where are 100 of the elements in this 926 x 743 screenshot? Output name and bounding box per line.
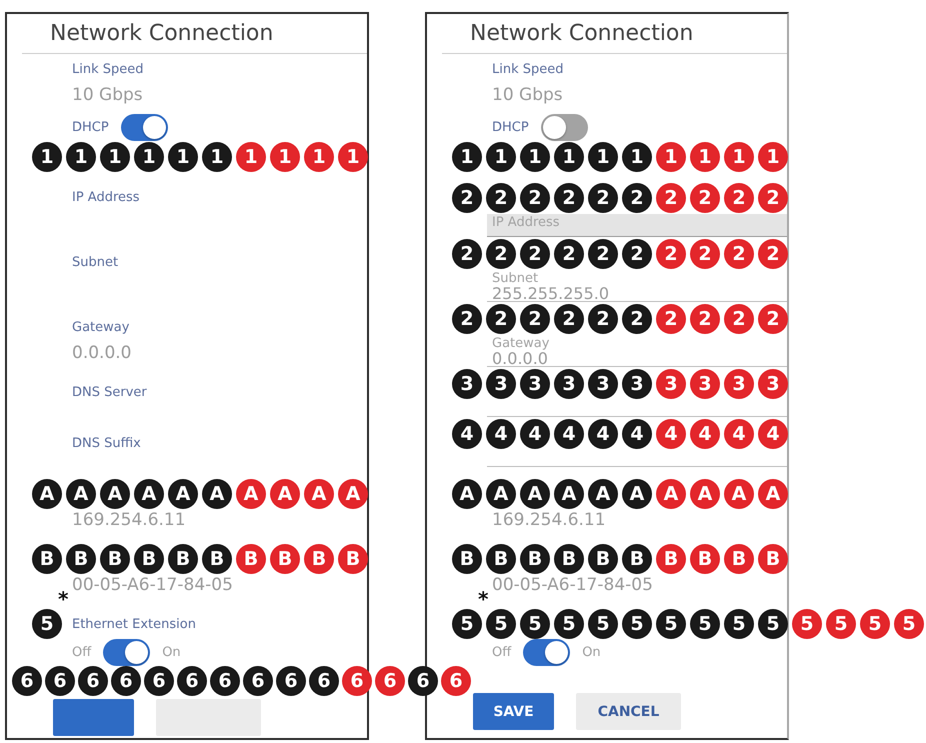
callout-marker: 3 [554,369,584,399]
callout-marker: 3 [486,369,516,399]
callout-marker: A [622,479,652,509]
callout-marker: B [486,544,516,574]
callout-marker: A [100,479,130,509]
callout-marker: 3 [452,369,482,399]
callout-marker: 2 [690,304,720,334]
callout-marker: B [202,544,232,574]
callout-marker: 6 [210,666,240,696]
callout-marker: 1 [270,142,300,172]
callout-marker: A [66,479,96,509]
callout-marker: B [724,544,754,574]
callout-marker: 4 [690,419,720,449]
callout-marker: 5 [758,609,788,639]
field-value: 00-05-A6-17-84-05 [492,575,653,595]
callout-marker: 6 [177,666,207,696]
input-field[interactable]: Gateway 0.0.0.0 [487,335,787,367]
input-field[interactable]: IP Address [487,214,787,237]
callout-marker: A [452,479,482,509]
toggle-switch[interactable] [120,114,168,141]
field-label: DNS Server [72,385,147,400]
callout-marker: 1 [554,142,584,172]
callout-marker: B [100,544,130,574]
callout-marker: 1 [622,142,652,172]
callout-marker: 2 [622,183,652,213]
callout-marker: 1 [724,142,754,172]
field-label: Link Speed [72,62,144,77]
callout-marker: 2 [758,239,788,269]
field-value: 169.254.6.11 [492,510,606,530]
field-value: 00-05-A6-17-84-05 [72,575,233,595]
callout-marker: 4 [622,419,652,449]
callout-marker: B [338,544,368,574]
callout-marker: 3 [656,369,686,399]
field-label: DHCP [492,120,529,136]
callout-marker: 5 [554,609,584,639]
callout-marker: 2 [486,304,516,334]
toggle-switch[interactable] [103,639,150,666]
field-label: Subnet [492,271,538,286]
callout-marker: 2 [622,239,652,269]
toggle-switch[interactable] [540,114,588,141]
callout-marker: B [758,544,788,574]
callout-marker: 6 [309,666,339,696]
callout-marker: 1 [100,142,130,172]
callout-marker: B [452,544,482,574]
callout-marker: 5 [690,609,720,639]
callout-marker: A [270,479,300,509]
callout-marker: 4 [452,419,482,449]
field-label: IP Address [72,190,140,205]
toggle-label: On [582,645,601,660]
callout-marker: 4 [656,419,686,449]
callout-marker: 5 [622,609,652,639]
callout-marker: 5 [588,609,618,639]
field-label: DNS Suffix [72,436,141,451]
toggle-label: On [162,645,181,660]
callout-marker: B [554,544,584,574]
callout-marker: 2 [486,183,516,213]
callout-marker: 4 [724,419,754,449]
callout-marker: 2 [690,239,720,269]
callout-marker: 2 [758,183,788,213]
field-label: Ethernet Extension [72,617,196,632]
callout-marker: B [690,544,720,574]
callout-marker: 6 [12,666,42,696]
toggle-switch[interactable] [523,639,570,666]
callout-marker: 1 [588,142,618,172]
toggle-label: Off [492,645,512,660]
callout-marker: 3 [520,369,550,399]
footnote-mark: * [478,589,488,609]
callout-marker: 1 [758,142,788,172]
callout-marker: 4 [588,419,618,449]
input-field[interactable]: Subnet 255.255.255.0 [487,270,787,302]
callout-marker: 2 [520,183,550,213]
callout-marker: A [690,479,720,509]
callout-marker: 4 [486,419,516,449]
callout-marker: 6 [342,666,372,696]
callout-marker: 2 [452,239,482,269]
callout-marker: 2 [588,239,618,269]
primary-button[interactable]: SAVE [473,693,554,730]
callout-marker: 2 [690,183,720,213]
field-value: 10 Gbps [72,85,143,105]
callout-marker: 3 [622,369,652,399]
callout-marker: 2 [554,183,584,213]
field-value: 169.254.6.11 [72,510,186,530]
callout-marker: 1 [134,142,164,172]
secondary-button[interactable]: CANCEL [576,693,681,730]
field-value: 10 Gbps [492,85,563,105]
callout-marker: A [168,479,198,509]
callout-marker: 2 [554,239,584,269]
callout-marker: 2 [520,304,550,334]
callout-marker: 3 [724,369,754,399]
callout-marker: 2 [758,304,788,334]
callout-marker: A [588,479,618,509]
callout-marker: 1 [690,142,720,172]
callout-marker: 4 [520,419,550,449]
field-label: IP Address [492,215,560,230]
callout-marker: 3 [690,369,720,399]
callout-marker: 2 [622,304,652,334]
callout-marker: A [520,479,550,509]
callout-marker: 5 [452,609,482,639]
callout-marker: B [236,544,266,574]
callout-marker: 5 [894,609,924,639]
